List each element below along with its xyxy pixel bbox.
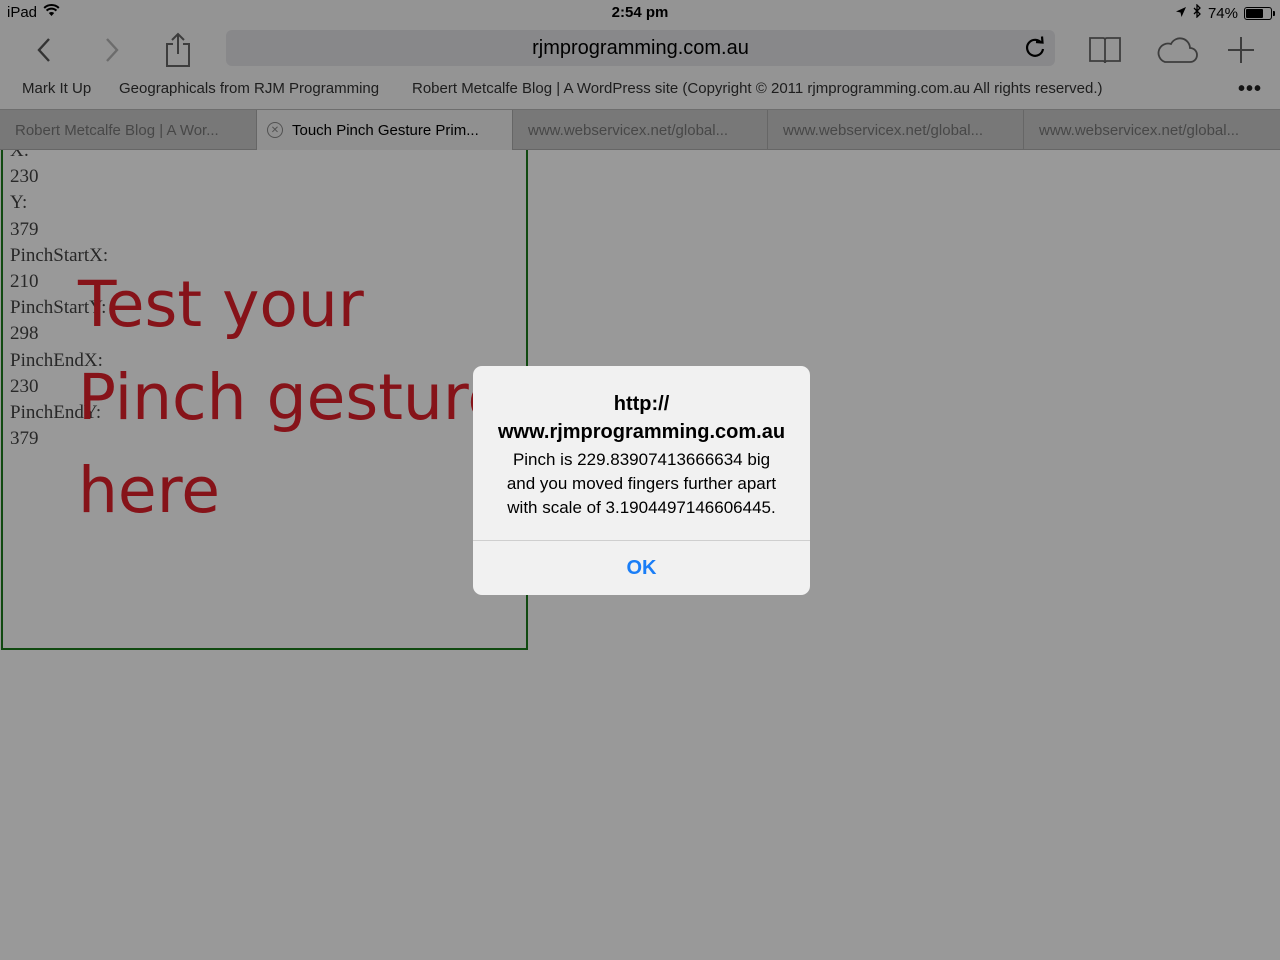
alert-title: http:// www.rjmprogramming.com.au (473, 390, 810, 446)
alert-title-line: www.rjmprogramming.com.au (497, 421, 786, 443)
alert-ok-button[interactable]: OK (473, 541, 810, 595)
alert-message-line: Pinch is 229.83907413666634 big (512, 450, 771, 469)
alert-message-line: with scale of 3.1904497146606445. (507, 498, 776, 517)
alert-dialog: http:// www.rjmprogramming.com.au Pinch … (473, 366, 810, 595)
alert-message-line: and you moved fingers further apart (506, 474, 777, 493)
alert-message: Pinch is 229.83907413666634 big and you … (491, 448, 792, 520)
alert-title-line: http:// (613, 393, 670, 415)
